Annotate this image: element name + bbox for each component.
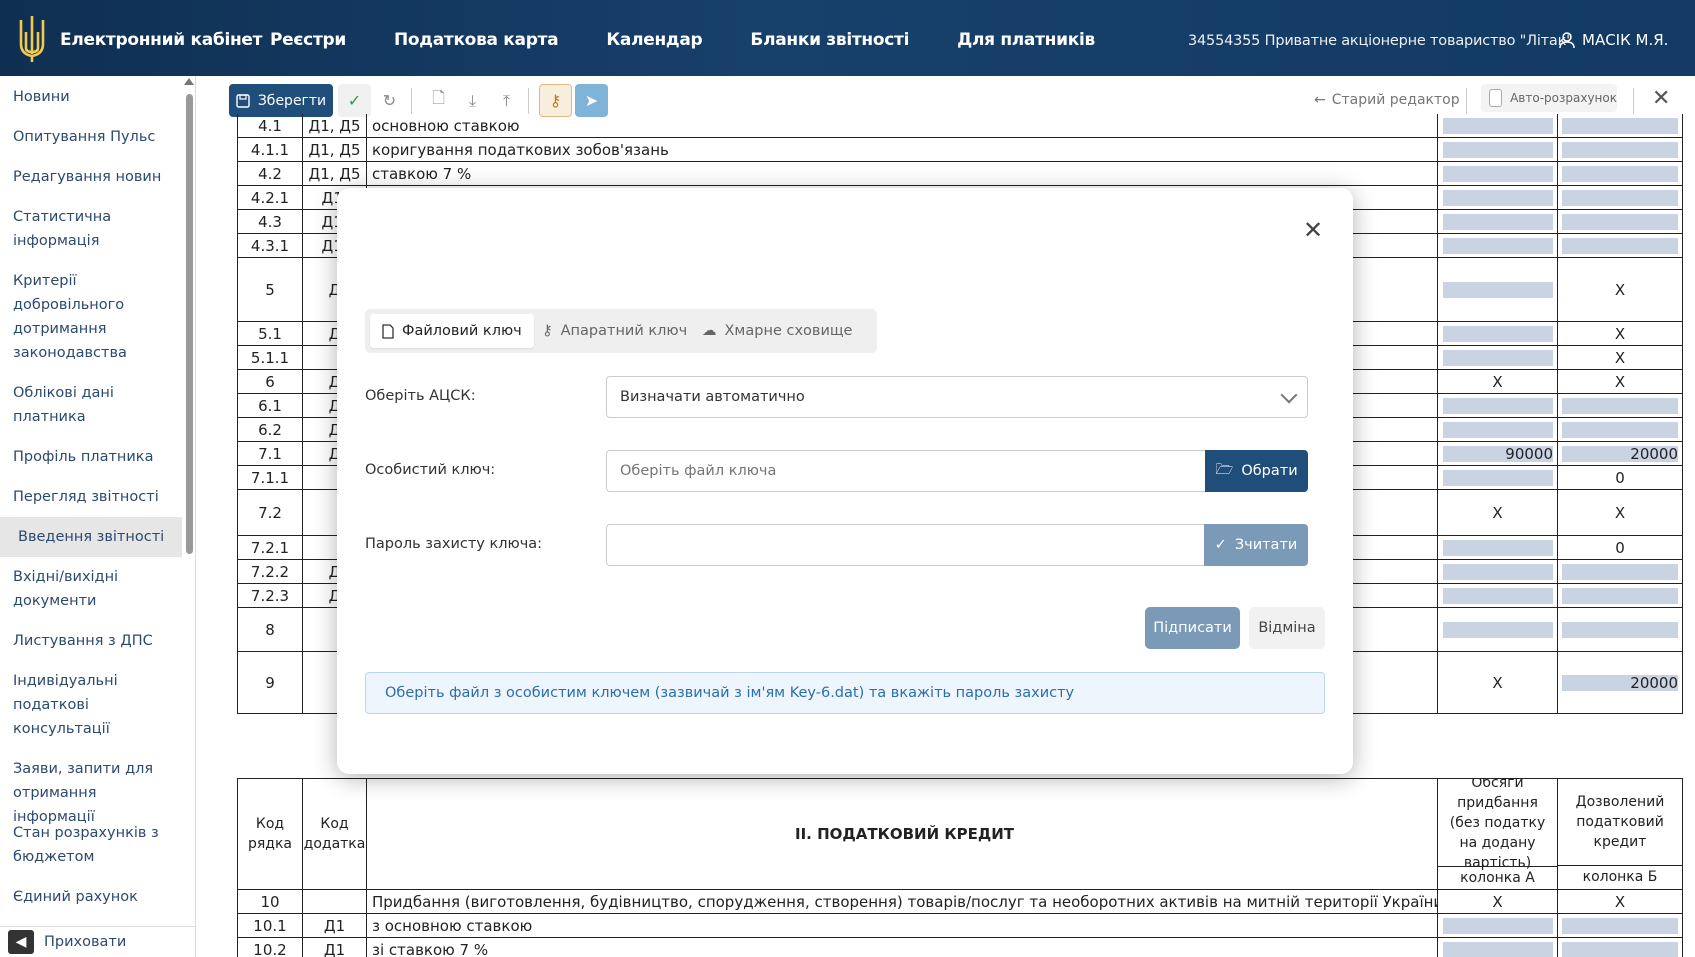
acsk-value: Визначати автоматично [620,389,805,405]
tab-file-key-label: Файловий ключ [402,323,522,339]
tab-cloud-storage-label: Хмарне сховище [724,323,853,339]
tab-hardware-key-label: Апаратний ключ [560,323,688,339]
toolbar-divider [411,88,412,114]
download-icon: ⤓ [468,90,477,110]
floppy-disk-icon [236,93,250,108]
nav-calendar[interactable]: Календар [606,30,702,50]
refresh-button[interactable]: ↻ [373,84,406,117]
arrow-left-icon: ← [1314,92,1326,108]
info-message: Оберіть файл з особистим ключем (зазвича… [365,672,1325,714]
chevron-down-icon [1280,386,1298,404]
acsk-label: Оберіть АЦСК: [365,388,476,404]
scroll-up-arrow-icon[interactable] [184,78,194,85]
old-editor-label: Старий редактор [1331,92,1460,108]
save-label: Зберегти [257,92,327,109]
refresh-icon: ↻ [382,91,397,110]
read-key-button[interactable]: ✓ Зчитати [1204,524,1308,566]
password-label: Пароль захисту ключа: [365,536,543,552]
cancel-button[interactable]: Відміна [1249,607,1325,649]
password-input[interactable] [606,524,1205,566]
key-button[interactable]: ⚷ [539,84,572,117]
pick-key-button[interactable]: 🗁 Обрати [1205,450,1308,492]
private-key-label: Особистий ключ: [365,462,496,478]
pick-key-label: Обрати [1241,463,1298,479]
autocalc-toggle[interactable]: Авто-розрахунок [1481,84,1617,112]
old-editor-link[interactable]: ← Старий редактор [1314,92,1460,108]
paper-plane-icon: ➤ [584,91,599,110]
key-icon: ⚷ [549,91,562,110]
close-editor-icon[interactable]: ✕ [1652,86,1670,111]
folder-open-icon: 🗁 [1215,461,1234,478]
checkmark-icon: ✓ [1214,537,1227,553]
upload-button[interactable]: ⤒ [490,84,523,117]
document-icon: 🗋 [432,88,445,107]
brand-title[interactable]: Електронний кабінет [60,30,263,50]
tab-hardware-key[interactable]: ⚷ Апаратний ключ [530,314,699,348]
download-button[interactable]: ⤓ [456,84,489,117]
close-dialog-icon[interactable]: ✕ [1303,216,1323,244]
signature-dialog: ✕ Файловий ключ ⚷ Апаратний ключ ☁ Хмарн… [337,188,1353,774]
upload-icon: ⤒ [502,90,511,110]
trident-logo-icon[interactable] [15,14,49,64]
autocalc-checkbox[interactable] [1489,89,1503,107]
main-nav: Реєстри Податкова карта Календар Бланки … [270,30,1143,50]
file-icon [382,323,394,339]
user-name: МАСІК М.Я. [1582,31,1669,49]
autocalc-label: Авто-розрахунок [1510,91,1617,105]
user-icon [1559,32,1575,49]
sign-button[interactable]: Підписати [1145,607,1240,649]
user-menu[interactable]: МАСІК М.Я. [1558,31,1668,49]
document-button[interactable]: 🗋 [422,84,455,117]
toolbar-divider [1466,88,1467,114]
check-button[interactable]: ✓ [338,84,371,117]
toolbar-divider [1633,88,1634,114]
private-key-input[interactable] [606,450,1206,492]
nav-registers[interactable]: Реєстри [270,30,346,50]
key-type-tabs: Файловий ключ ⚷ Апаратний ключ ☁ Хмарне … [365,309,877,353]
tab-file-key[interactable]: Файловий ключ [370,314,534,348]
cloud-icon: ☁ [702,323,717,339]
acsk-select[interactable]: Визначати автоматично [606,376,1308,418]
checkmark-icon: ✓ [347,91,362,110]
key-icon: ⚷ [542,323,553,339]
top-bar: Електронний кабінет Реєстри Податкова ка… [0,0,1695,76]
send-button[interactable]: ➤ [575,84,608,117]
save-button[interactable]: Зберегти [229,84,333,117]
nav-tax-map[interactable]: Податкова карта [394,30,559,50]
nav-for-payers[interactable]: Для платників [957,30,1095,50]
toolbar-divider [528,88,529,114]
company-name[interactable]: 34554355 Приватне акціонерне товариство … [1188,33,1573,49]
tab-cloud-storage[interactable]: ☁ Хмарне сховище [690,314,864,348]
sidebar-item-news[interactable]: Новини [13,85,178,109]
read-key-label: Зчитати [1234,537,1298,553]
nav-report-forms[interactable]: Бланки звітності [750,30,909,50]
